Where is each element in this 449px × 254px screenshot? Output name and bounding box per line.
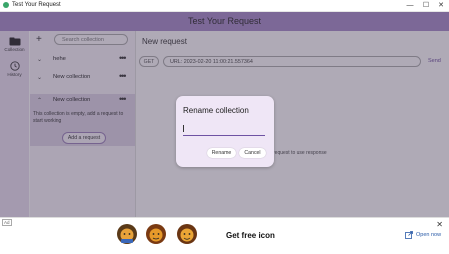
dialog-title: Rename collection: [183, 106, 249, 115]
lion-icon: [117, 224, 137, 244]
minimize-button[interactable]: —: [402, 0, 418, 11]
window-title: Test Your Request: [12, 2, 61, 8]
rename-button[interactable]: Rename: [207, 148, 236, 158]
cancel-button[interactable]: Cancel: [239, 148, 266, 158]
window-titlebar: Test Your Request — ☐ ✕: [0, 0, 449, 12]
external-link-icon[interactable]: [405, 231, 413, 239]
ad-headline: Get free icon: [226, 231, 275, 240]
open-now-link[interactable]: Open now: [416, 232, 441, 238]
close-window-button[interactable]: ✕: [433, 0, 449, 11]
lion-icon: [177, 224, 197, 244]
rename-collection-dialog: Rename collection Rename Cancel: [176, 96, 274, 167]
maximize-button[interactable]: ☐: [418, 0, 434, 11]
ad-banner[interactable]: Ad ✕ Get free icon Open now: [0, 217, 449, 254]
lion-icon: [146, 224, 166, 244]
app-logo-icon: [3, 2, 9, 8]
ad-badge: Ad: [2, 219, 12, 226]
ad-close-icon[interactable]: ✕: [436, 220, 443, 229]
text-caret: [183, 125, 184, 132]
collection-name-input[interactable]: [183, 122, 265, 136]
